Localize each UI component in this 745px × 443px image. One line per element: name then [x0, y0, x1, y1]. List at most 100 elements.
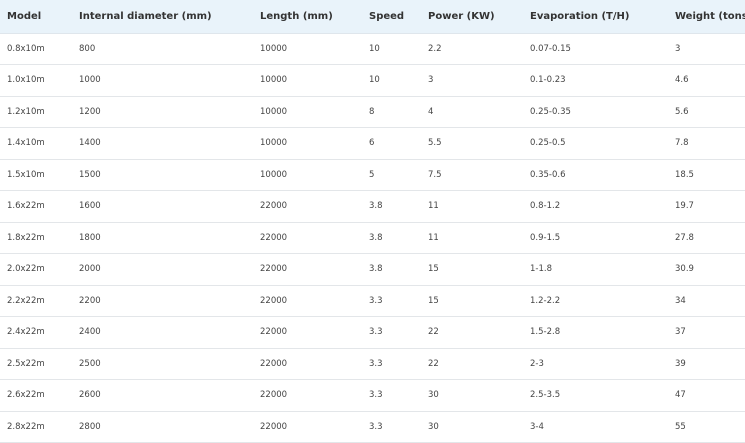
- header-model: Model: [0, 0, 72, 34]
- cell-weight: 5.6: [668, 96, 745, 128]
- cell-internal-diameter: 2200: [72, 285, 253, 317]
- cell-power: 4: [421, 96, 523, 128]
- cell-weight: 27.8: [668, 222, 745, 254]
- cell-evaporation: 0.1-0.23: [523, 64, 668, 97]
- cell-internal-diameter: 1000: [72, 64, 253, 97]
- cell-length: 10000: [253, 64, 362, 97]
- cell-length: 10000: [253, 159, 362, 191]
- cell-speed: 3.3: [362, 411, 421, 443]
- cell-speed: 3.3: [362, 379, 421, 412]
- cell-model: 1.2x10m: [0, 96, 72, 128]
- cell-evaporation: 2.5-3.5: [523, 379, 668, 412]
- cell-internal-diameter: 2000: [72, 253, 253, 286]
- cell-model: 2.2x22m: [0, 285, 72, 317]
- table-row: 2.4x22m 2400 22000 3.3 22 1.5-2.8 37: [0, 316, 745, 349]
- cell-speed: 8: [362, 96, 421, 128]
- header-evaporation: Evaporation (T/H): [523, 0, 668, 34]
- cell-power: 22: [421, 348, 523, 380]
- cell-model: 2.4x22m: [0, 316, 72, 349]
- cell-power: 30: [421, 411, 523, 443]
- cell-evaporation: 2-3: [523, 348, 668, 380]
- cell-internal-diameter: 1200: [72, 96, 253, 128]
- cell-weight: 7.8: [668, 127, 745, 160]
- cell-power: 15: [421, 253, 523, 286]
- table-row: 2.0x22m 2000 22000 3.8 15 1-1.8 30.9: [0, 253, 745, 286]
- cell-power: 3: [421, 64, 523, 97]
- cell-length: 22000: [253, 253, 362, 286]
- cell-length: 22000: [253, 411, 362, 443]
- cell-power: 22: [421, 316, 523, 349]
- cell-model: 2.0x22m: [0, 253, 72, 286]
- cell-speed: 3.8: [362, 190, 421, 223]
- table-row: 1.0x10m 1000 10000 10 3 0.1-0.23 4.6: [0, 64, 745, 97]
- cell-evaporation: 1-1.8: [523, 253, 668, 286]
- cell-speed: 3.3: [362, 348, 421, 380]
- cell-weight: 55: [668, 411, 745, 443]
- cell-internal-diameter: 2600: [72, 379, 253, 412]
- cell-length: 10000: [253, 127, 362, 160]
- header-row: Model Internal diameter (mm) Length (mm)…: [0, 0, 745, 34]
- table-row: 2.5x22m 2500 22000 3.3 22 2-3 39: [0, 348, 745, 380]
- cell-internal-diameter: 800: [72, 33, 253, 65]
- cell-weight: 37: [668, 316, 745, 349]
- cell-power: 11: [421, 190, 523, 223]
- cell-weight: 19.7: [668, 190, 745, 223]
- cell-model: 1.4x10m: [0, 127, 72, 160]
- cell-length: 22000: [253, 316, 362, 349]
- cell-internal-diameter: 1400: [72, 127, 253, 160]
- cell-weight: 47: [668, 379, 745, 412]
- cell-speed: 6: [362, 127, 421, 160]
- cell-model: 2.6x22m: [0, 379, 72, 412]
- cell-internal-diameter: 1600: [72, 190, 253, 223]
- table-row: 1.4x10m 1400 10000 6 5.5 0.25-0.5 7.8: [0, 127, 745, 160]
- cell-internal-diameter: 2400: [72, 316, 253, 349]
- cell-evaporation: 0.07-0.15: [523, 33, 668, 65]
- cell-weight: 39: [668, 348, 745, 380]
- cell-model: 2.5x22m: [0, 348, 72, 380]
- cell-model: 2.8x22m: [0, 411, 72, 443]
- cell-length: 22000: [253, 348, 362, 380]
- dryer-spec-table: Model Internal diameter (mm) Length (mm)…: [0, 0, 745, 443]
- cell-evaporation: 0.9-1.5: [523, 222, 668, 254]
- table-row: 1.8x22m 1800 22000 3.8 11 0.9-1.5 27.8: [0, 222, 745, 254]
- cell-internal-diameter: 2800: [72, 411, 253, 443]
- table-row: 2.6x22m 2600 22000 3.3 30 2.5-3.5 47: [0, 379, 745, 412]
- table-row: 1.5x10m 1500 10000 5 7.5 0.35-0.6 18.5: [0, 159, 745, 191]
- cell-length: 22000: [253, 285, 362, 317]
- cell-internal-diameter: 2500: [72, 348, 253, 380]
- cell-length: 22000: [253, 379, 362, 412]
- cell-evaporation: 3-4: [523, 411, 668, 443]
- table-body: 0.8x10m 800 10000 10 2.2 0.07-0.15 3 1.0x10m 100…: [0, 33, 745, 443]
- cell-speed: 3.3: [362, 285, 421, 317]
- cell-evaporation: 0.25-0.5: [523, 127, 668, 160]
- cell-evaporation: 1.5-2.8: [523, 316, 668, 349]
- cell-speed: 3.8: [362, 222, 421, 254]
- cell-evaporation: 0.8-1.2: [523, 190, 668, 223]
- cell-power: 5.5: [421, 127, 523, 160]
- table-header: Model Internal diameter (mm) Length (mm)…: [0, 0, 745, 34]
- table-row: 2.2x22m 2200 22000 3.3 15 1.2-2.2 34: [0, 285, 745, 317]
- cell-model: 1.6x22m: [0, 190, 72, 223]
- header-internal-diameter: Internal diameter (mm): [72, 0, 253, 34]
- table-row: 1.6x22m 1600 22000 3.8 11 0.8-1.2 19.7: [0, 190, 745, 223]
- cell-evaporation: 0.25-0.35: [523, 96, 668, 128]
- table-row: 0.8x10m 800 10000 10 2.2 0.07-0.15 3: [0, 33, 745, 65]
- cell-power: 2.2: [421, 33, 523, 65]
- header-speed: Speed: [362, 0, 421, 34]
- cell-speed: 3.3: [362, 316, 421, 349]
- table-row: 2.8x22m 2800 22000 3.3 30 3-4 55: [0, 411, 745, 443]
- header-weight: Weight (tons): [668, 0, 745, 34]
- cell-internal-diameter: 1500: [72, 159, 253, 191]
- cell-model: 0.8x10m: [0, 33, 72, 65]
- cell-speed: 10: [362, 33, 421, 65]
- cell-evaporation: 0.35-0.6: [523, 159, 668, 191]
- cell-weight: 34: [668, 285, 745, 317]
- cell-length: 22000: [253, 222, 362, 254]
- cell-evaporation: 1.2-2.2: [523, 285, 668, 317]
- cell-speed: 3.8: [362, 253, 421, 286]
- cell-length: 10000: [253, 33, 362, 65]
- cell-model: 1.5x10m: [0, 159, 72, 191]
- cell-length: 22000: [253, 190, 362, 223]
- cell-model: 1.0x10m: [0, 64, 72, 97]
- table-row: 1.2x10m 1200 10000 8 4 0.25-0.35 5.6: [0, 96, 745, 128]
